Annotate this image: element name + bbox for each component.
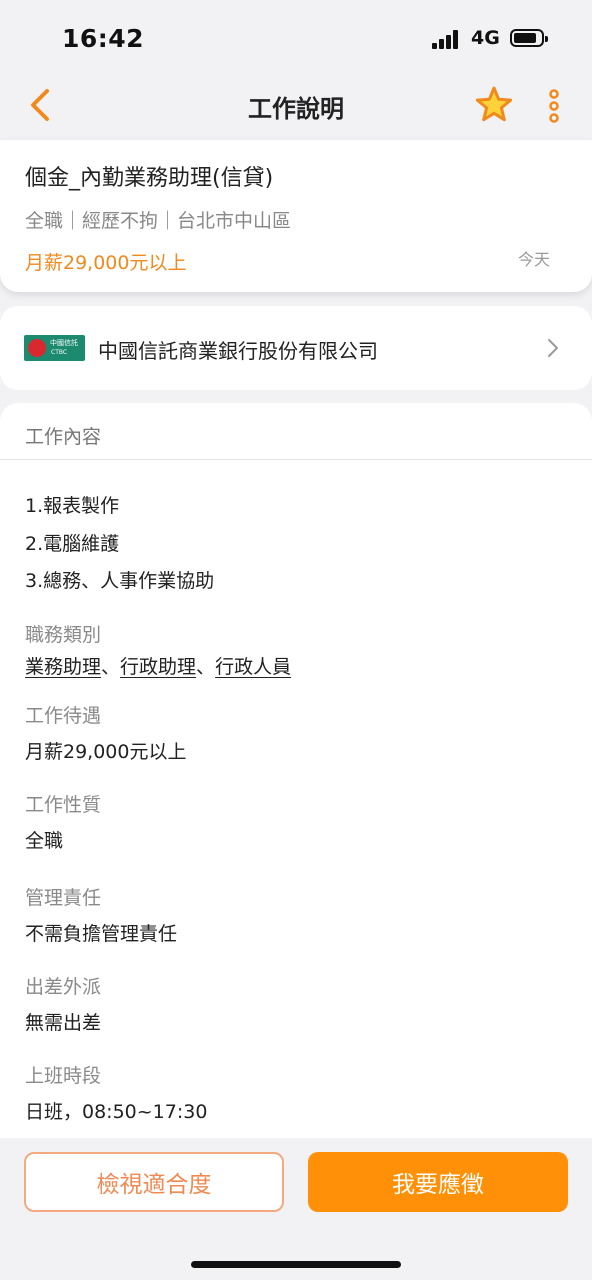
category-separator: 、 — [196, 656, 216, 678]
field-value-management: 不需負擔管理責任 — [25, 923, 178, 945]
job-salary: 月薪29,000元以上 — [25, 252, 187, 274]
bottom-action-bar: 檢視適合度 我要應徵 — [0, 1138, 592, 1280]
field-value-hours: 日班，08:50~17:30 — [25, 1101, 208, 1123]
posted-date: 今天 — [517, 250, 550, 269]
field-value-job-type: 全職 — [25, 830, 64, 852]
field-value-salary: 月薪29,000元以上 — [25, 741, 187, 763]
field-label-hours: 上班時段 — [25, 1065, 102, 1087]
home-indicator[interactable] — [191, 1261, 401, 1268]
category-link[interactable]: 行政助理 — [120, 656, 196, 678]
company-name: 中國信託商業銀行股份有限公司 — [98, 339, 378, 363]
battery-icon — [510, 29, 548, 47]
logo-emblem-icon — [28, 339, 46, 357]
favorite-star-icon[interactable] — [474, 85, 514, 125]
company-logo: 中國信託 CTBC — [24, 335, 85, 361]
duty-item: 3.總務、人事作業協助 — [25, 570, 215, 592]
network-type: 4G — [471, 27, 500, 49]
job-title: 個金_內勤業務助理(信貸) — [25, 166, 274, 191]
check-fit-button[interactable]: 檢視適合度 — [24, 1152, 284, 1212]
category-link[interactable]: 行政人員 — [215, 656, 291, 678]
company-card[interactable]: 中國信託 CTBC 中國信託商業銀行股份有限公司 — [0, 306, 592, 390]
section-title: 工作內容 — [25, 426, 102, 448]
more-vertical-icon[interactable] — [542, 86, 566, 126]
logo-text-zh: 中國信託 — [50, 339, 78, 347]
job-details-card: 工作內容 1.報表製作 2.電腦維護 3.總務、人事作業協助 職務類別 業務助理… — [0, 403, 592, 1138]
logo-text-en: CTBC — [51, 349, 68, 356]
field-label-salary: 工作待遇 — [25, 705, 102, 727]
field-value-travel: 無需出差 — [25, 1012, 102, 1034]
category-link[interactable]: 業務助理 — [25, 656, 101, 678]
navigation-bar: 工作說明 — [0, 76, 592, 136]
field-label-management: 管理責任 — [25, 887, 102, 909]
duty-item: 2.電腦維護 — [25, 533, 120, 555]
status-time: 16:42 — [62, 24, 145, 53]
duty-item: 1.報表製作 — [25, 495, 120, 517]
cellular-signal-icon — [432, 29, 462, 49]
chevron-right-icon — [548, 339, 558, 357]
divider — [0, 459, 592, 460]
status-bar: 16:42 4G — [0, 0, 592, 76]
job-summary-card: 個金_內勤業務助理(信貸) 全職｜經歷不拘｜台北市中山區 月薪29,000元以上… — [0, 140, 592, 292]
field-label-job-type: 工作性質 — [25, 794, 102, 816]
job-meta: 全職｜經歷不拘｜台北市中山區 — [25, 210, 292, 232]
apply-button[interactable]: 我要應徵 — [308, 1152, 568, 1212]
category-links: 業務助理、行政助理、行政人員 — [25, 652, 291, 679]
field-label-travel: 出差外派 — [25, 976, 102, 998]
category-separator: 、 — [101, 656, 121, 678]
field-label-category: 職務類別 — [25, 624, 102, 646]
back-icon[interactable] — [24, 86, 64, 126]
